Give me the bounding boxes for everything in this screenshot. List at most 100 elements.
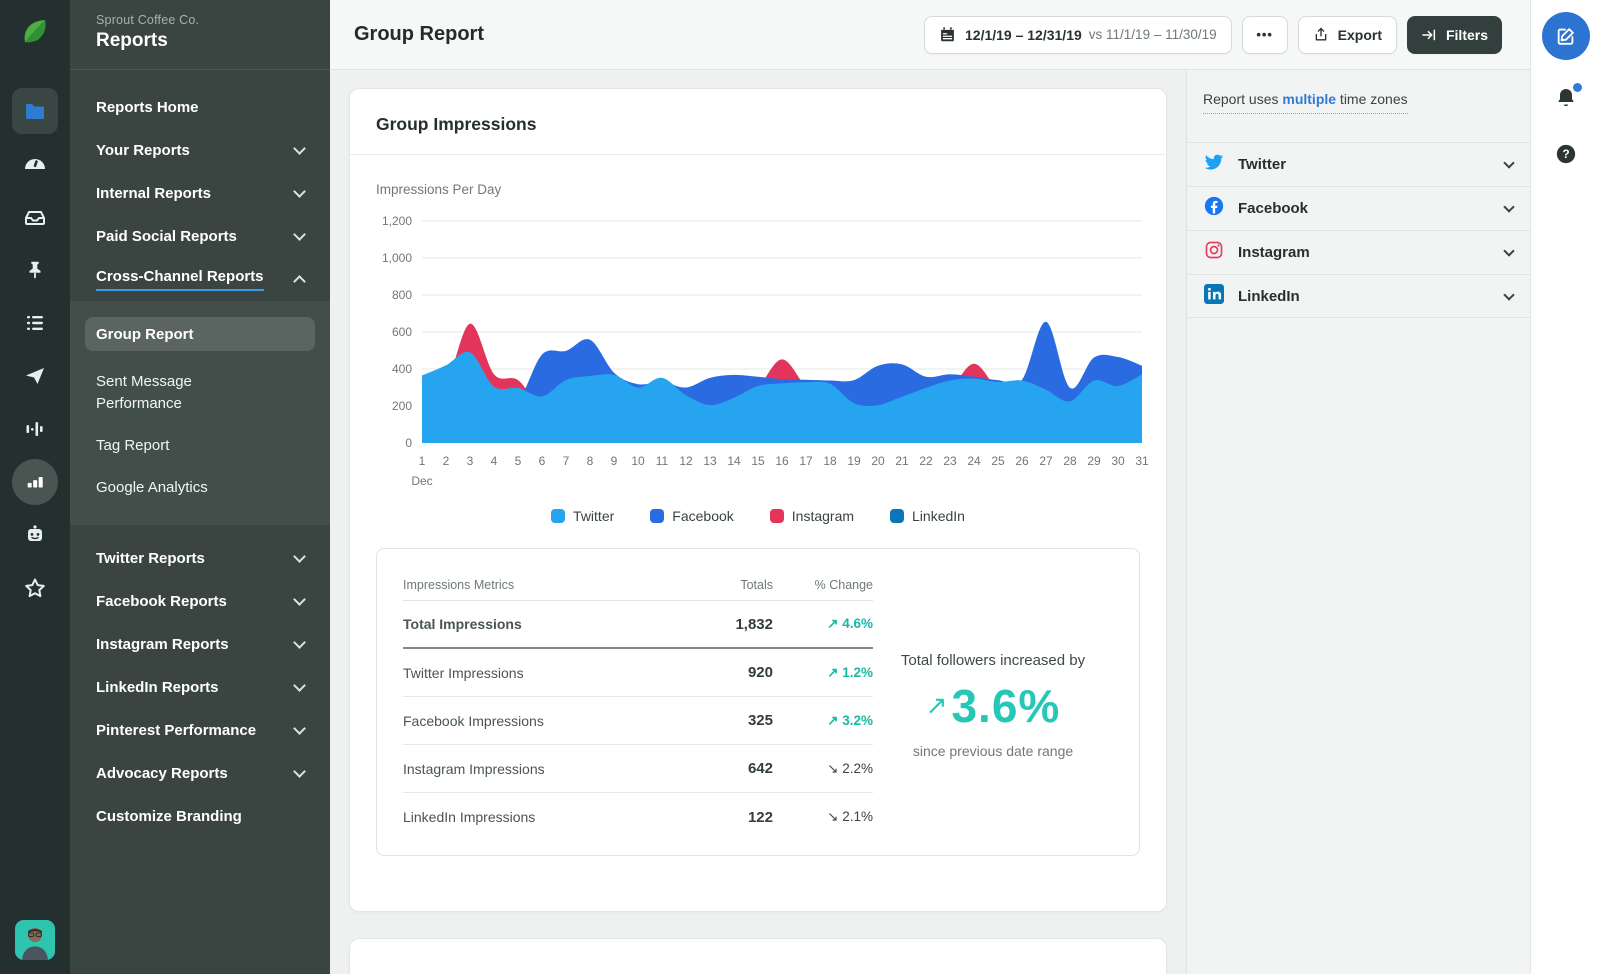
svg-text:29: 29	[1087, 454, 1101, 468]
sidebar-item-your-reports[interactable]: Your Reports	[70, 129, 330, 172]
chevron-down-icon	[1503, 157, 1514, 168]
compose-button[interactable]	[1542, 12, 1590, 60]
svg-text:11: 11	[656, 454, 669, 468]
timezone-link[interactable]: multiple	[1282, 91, 1336, 107]
date-range-value: 12/1/19 – 12/31/19	[965, 27, 1082, 43]
reports-sidenav: Sprout Coffee Co. Reports Reports Home Y…	[70, 0, 330, 974]
table-row-instagram-impressions: Instagram Impressions 642 ↘ 2.2%	[403, 745, 873, 793]
sidenav-header: Sprout Coffee Co. Reports	[70, 0, 330, 70]
sidebar-item-group-report[interactable]: Group Report	[85, 317, 315, 351]
filters-button[interactable]: Filters	[1407, 16, 1502, 54]
panel-row-linkedin[interactable]: LinkedIn	[1187, 274, 1530, 318]
svg-text:600: 600	[392, 325, 412, 339]
chevron-down-icon	[1503, 289, 1514, 300]
sidebar-item-tag-report[interactable]: Tag Report	[70, 425, 330, 467]
feeds-list-icon[interactable]	[12, 300, 58, 346]
publishing-paper-plane-icon[interactable]	[12, 353, 58, 399]
change-down-badge: ↘ 2.1%	[773, 809, 873, 825]
chevron-down-icon	[1503, 201, 1514, 212]
chevron-down-icon	[293, 679, 306, 692]
inbox-icon[interactable]	[12, 194, 58, 240]
svg-text:9: 9	[611, 454, 618, 468]
facebook-icon	[1204, 196, 1224, 221]
chevron-up-icon	[293, 275, 306, 288]
legend-twitter[interactable]: Twitter	[551, 508, 614, 524]
linkedin-icon	[1204, 284, 1224, 309]
facebook-swatch	[650, 509, 664, 523]
legend-instagram[interactable]: Instagram	[770, 508, 854, 524]
sidebar-item-facebook-reports[interactable]: Facebook Reports	[70, 580, 330, 623]
next-report-card	[349, 938, 1167, 974]
more-options-button[interactable]: •••	[1242, 16, 1288, 54]
chevron-down-icon	[1503, 245, 1514, 256]
sidebar-item-advocacy-reports[interactable]: Advocacy Reports	[70, 752, 330, 795]
svg-text:25: 25	[991, 454, 1005, 468]
network-reports-list: Twitter Reports Facebook Reports Instagr…	[70, 525, 330, 838]
svg-text:200: 200	[392, 399, 412, 413]
svg-text:Dec: Dec	[411, 474, 432, 488]
app-root: Sprout Coffee Co. Reports Reports Home Y…	[0, 0, 1600, 974]
sidebar-item-linkedin-reports[interactable]: LinkedIn Reports	[70, 666, 330, 709]
svg-text:5: 5	[515, 454, 522, 468]
sidebar-item-paid-social-reports[interactable]: Paid Social Reports	[70, 215, 330, 258]
right-icon-rail: ?	[1530, 0, 1600, 974]
svg-text:17: 17	[799, 454, 813, 468]
panel-row-facebook[interactable]: Facebook	[1187, 186, 1530, 230]
table-row-linkedin-impressions: LinkedIn Impressions 122 ↘ 2.1%	[403, 793, 873, 841]
export-button[interactable]: Export	[1298, 16, 1397, 54]
user-avatar[interactable]	[15, 920, 55, 960]
legend-facebook[interactable]: Facebook	[650, 508, 733, 524]
table-row-facebook-impressions: Facebook Impressions 325 ↗ 3.2%	[403, 697, 873, 745]
sidebar-item-pinterest-performance[interactable]: Pinterest Performance	[70, 709, 330, 752]
sidenav-list: Reports Home Your Reports Internal Repor…	[70, 70, 330, 838]
panel-row-twitter[interactable]: Twitter	[1187, 142, 1530, 186]
chevron-down-icon	[293, 593, 306, 606]
sidebar-item-sent-message-performance[interactable]: Sent Message Performance	[70, 361, 330, 425]
star-icon[interactable]	[12, 565, 58, 611]
table-row-twitter-impressions: Twitter Impressions 920 ↗ 1.2%	[403, 649, 873, 697]
chevron-down-icon	[293, 636, 306, 649]
timezone-note: Report uses multiple time zones	[1187, 70, 1530, 142]
svg-text:23: 23	[943, 454, 957, 468]
listening-waveform-icon[interactable]	[12, 406, 58, 452]
chart-subtitle: Impressions Per Day	[350, 155, 1166, 197]
svg-text:?: ?	[1562, 147, 1569, 161]
svg-text:10: 10	[631, 454, 645, 468]
sidenav-title: Reports	[96, 30, 304, 52]
filters-panel-icon	[1421, 27, 1437, 43]
sidebar-item-google-analytics[interactable]: Google Analytics	[70, 467, 330, 509]
svg-text:19: 19	[847, 454, 861, 468]
svg-text:3: 3	[467, 454, 474, 468]
trend-up-icon: ↗	[926, 690, 948, 721]
change-down-badge: ↘ 2.2%	[773, 761, 873, 777]
sprout-logo-icon[interactable]	[16, 14, 54, 52]
svg-text:800: 800	[392, 288, 412, 302]
svg-text:22: 22	[919, 454, 933, 468]
svg-text:26: 26	[1015, 454, 1029, 468]
notifications-bell-icon[interactable]	[1554, 86, 1578, 115]
network-filter-panel: Report uses multiple time zones Twitter …	[1186, 70, 1530, 974]
notification-badge	[1573, 83, 1582, 92]
reports-folder-icon[interactable]	[12, 88, 58, 134]
sidebar-item-reports-home[interactable]: Reports Home	[70, 86, 330, 129]
sidebar-item-cross-channel-reports[interactable]: Cross-Channel Reports	[70, 258, 330, 301]
svg-text:1,200: 1,200	[382, 214, 412, 228]
svg-text:400: 400	[392, 362, 412, 376]
pin-icon[interactable]	[12, 247, 58, 293]
bot-icon[interactable]	[12, 512, 58, 558]
sidebar-item-internal-reports[interactable]: Internal Reports	[70, 172, 330, 215]
sidebar-item-twitter-reports[interactable]: Twitter Reports	[70, 537, 330, 580]
help-icon[interactable]: ?	[1555, 143, 1577, 170]
reports-bar-chart-icon[interactable]	[12, 459, 58, 505]
header-actions: 12/1/19 – 12/31/19 vs 11/1/19 – 11/30/19…	[924, 16, 1502, 54]
sidebar-item-customize-branding[interactable]: Customize Branding	[70, 795, 330, 838]
chevron-down-icon	[293, 722, 306, 735]
report-header: Group Report 12/1/19 – 12/31/19 vs 11/1/…	[330, 0, 1530, 70]
dashboard-gauge-icon[interactable]	[12, 141, 58, 187]
sidebar-item-instagram-reports[interactable]: Instagram Reports	[70, 623, 330, 666]
date-range-button[interactable]: 12/1/19 – 12/31/19 vs 11/1/19 – 11/30/19	[924, 16, 1232, 54]
legend-linkedin[interactable]: LinkedIn	[890, 508, 965, 524]
svg-text:6: 6	[539, 454, 546, 468]
chevron-down-icon	[293, 765, 306, 778]
panel-row-instagram[interactable]: Instagram	[1187, 230, 1530, 274]
